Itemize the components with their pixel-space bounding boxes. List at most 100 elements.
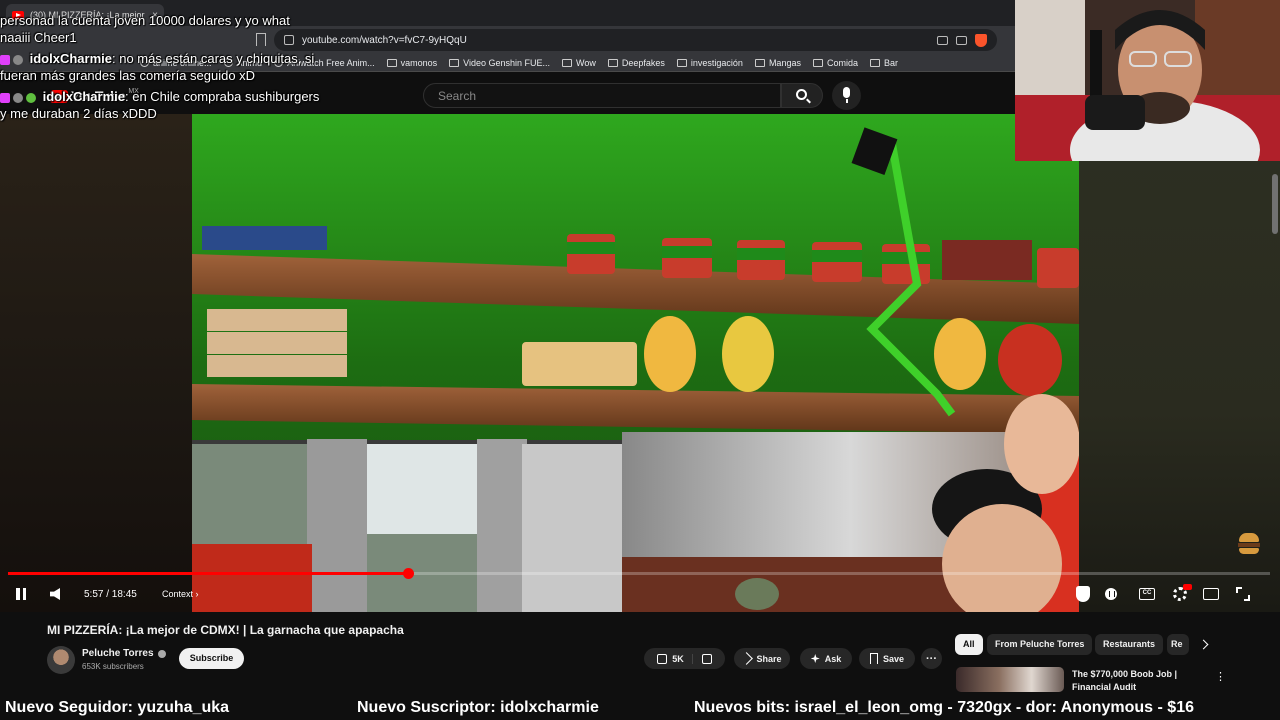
like-count: 5K	[672, 653, 684, 664]
save-label: Save	[882, 653, 905, 664]
bookmark-item[interactable]: investigación	[676, 57, 743, 68]
bookmark-item[interactable]: vamonos	[386, 58, 437, 68]
folder-icon	[869, 58, 880, 67]
bookmark-label: Deepfakes	[621, 57, 665, 68]
ask-button[interactable]: Ask	[800, 648, 852, 669]
brave-shield-icon[interactable]	[975, 33, 987, 47]
search-input[interactable]: Search	[423, 83, 781, 108]
dislike-button[interactable]	[701, 653, 712, 664]
captions-button[interactable]: CC	[1138, 585, 1156, 603]
stream-ticker: Nuevo Seguidor: yuzuha_uka Nuevo Suscrip…	[0, 697, 1280, 720]
bookmark-label: investigación	[690, 57, 743, 68]
ticker-follower: Nuevo Seguidor: yuzuha_uka	[5, 699, 230, 716]
hype-badge-icon	[26, 92, 36, 103]
bookmark-item[interactable]: Wow	[562, 58, 596, 68]
recommended-thumbnail[interactable]	[956, 667, 1064, 692]
captions-icon: CC	[1139, 588, 1155, 600]
chat-username: idolxCharmie	[29, 51, 112, 66]
share-page-icon[interactable]	[956, 35, 967, 45]
ticker-subscriber: Nuevo Suscriptor: idolxcharmie	[357, 699, 599, 716]
moderator-badge-icon	[13, 92, 23, 103]
chevron-right-icon: ›	[195, 589, 199, 599]
microphone-icon	[843, 87, 850, 98]
chip-from-channel[interactable]: From Peluche Torres	[987, 634, 1093, 655]
ask-label: Ask	[824, 653, 842, 664]
scrollbar-thumb[interactable]	[1272, 174, 1278, 234]
folder-icon	[386, 58, 397, 67]
recommended-title[interactable]: The $770,000 Boob Job | Financial Audit	[1072, 668, 1177, 694]
subscribe-button[interactable]: Subscribe	[179, 648, 244, 669]
channel-avatar[interactable]	[47, 646, 75, 674]
progress-scrubber[interactable]	[403, 568, 415, 579]
hd-badge-icon	[1183, 584, 1192, 590]
share-button[interactable]: Share	[734, 648, 790, 669]
ambient-left	[0, 114, 192, 612]
screen: (30) MI PIZZERÍA: ¡La mejor d × youtube.…	[0, 0, 1280, 720]
context-label: Context	[162, 589, 194, 599]
recommended-menu-icon[interactable]: ⋮	[1215, 670, 1226, 683]
share-label: Share	[756, 653, 782, 664]
ad-shield-icon[interactable]	[1074, 585, 1092, 603]
subscriber-badge-icon	[0, 92, 10, 103]
pause-button[interactable]	[12, 584, 30, 604]
bits-badge-icon	[13, 54, 23, 65]
chat-username: idolxCharmie	[42, 89, 125, 104]
autoplay-toggle[interactable]	[1102, 585, 1120, 603]
omnibox[interactable]: youtube.com/watch?v=fvC7-9yHQqU	[274, 29, 997, 51]
bookmark-item[interactable]: Video Genshin FUE...	[449, 58, 550, 68]
more-actions-button[interactable]: ···	[921, 648, 942, 669]
rec-title-line2[interactable]: Financial Audit	[1072, 681, 1177, 694]
save-button[interactable]: Save	[859, 648, 915, 669]
channel-name[interactable]: Peluche Torres	[82, 648, 166, 659]
rec-title-line[interactable]: The $770,000 Boob Job |	[1072, 668, 1177, 681]
chevron-right-icon[interactable]	[1198, 639, 1209, 650]
bookmark-label: Wow	[576, 57, 596, 68]
volume-icon	[50, 588, 60, 600]
folder-icon	[607, 58, 618, 67]
bookmark-item[interactable]: Comida	[812, 57, 858, 68]
bookmark-label: Video Genshin FUE...	[463, 57, 551, 68]
burger-icon	[1238, 533, 1260, 555]
url-text[interactable]: youtube.com/watch?v=fvC7-9yHQqU	[302, 35, 467, 46]
bookmark-item[interactable]: Bar	[869, 57, 898, 68]
page-scrollbar[interactable]	[1270, 114, 1280, 612]
chip-partial[interactable]: Re	[1167, 634, 1189, 655]
subscriber-badge-icon	[0, 54, 10, 65]
bookmark-label: Bar	[883, 57, 898, 68]
folder-icon	[812, 58, 823, 67]
theater-mode-button[interactable]	[1202, 585, 1220, 603]
video-scene	[192, 114, 1079, 612]
volume-button[interactable]	[45, 584, 65, 604]
context-button[interactable]: Context ›	[154, 584, 207, 604]
like-button[interactable]: 5K	[657, 653, 693, 664]
cast-icon[interactable]	[937, 35, 948, 45]
bookmark-item[interactable]: Mangas	[754, 57, 801, 68]
ticker-bits: Nuevos bits: israel_el_leon_omg - 7320gx…	[694, 699, 1194, 716]
progress-bar[interactable]	[8, 568, 1270, 579]
time-display: 5:57 / 18:45	[84, 588, 137, 600]
theater-icon	[1203, 588, 1219, 600]
bookmark-label: Comida	[826, 57, 858, 68]
search-button[interactable]	[781, 83, 823, 108]
progress-played	[8, 572, 409, 575]
settings-button[interactable]	[1171, 584, 1192, 603]
sparkle-icon	[810, 654, 820, 663]
streamer-webcam	[1015, 0, 1280, 161]
thumbs-up-icon	[657, 653, 668, 664]
share-icon	[740, 652, 754, 665]
chip-restaurants[interactable]: Restaurants	[1095, 634, 1164, 655]
folder-icon	[754, 58, 765, 67]
channel-name-text[interactable]: Peluche Torres	[82, 648, 154, 659]
verified-icon	[157, 649, 166, 658]
fullscreen-button[interactable]	[1234, 585, 1252, 603]
folder-icon	[449, 58, 460, 67]
search-icon	[796, 89, 807, 100]
chat-message: idolxCharmie: en Chile compraba sushibur…	[0, 89, 320, 121]
bookmark-item[interactable]: Deepfakes	[607, 57, 665, 68]
video-frame[interactable]	[192, 114, 1079, 612]
chat-text: personad la cuenta joven 10000 dolares y…	[0, 13, 290, 45]
webcam-scene	[1015, 0, 1280, 161]
chip-all[interactable]: All	[955, 634, 983, 655]
bookmark-label: Mangas	[768, 57, 801, 68]
voice-search-button[interactable]	[832, 81, 861, 110]
